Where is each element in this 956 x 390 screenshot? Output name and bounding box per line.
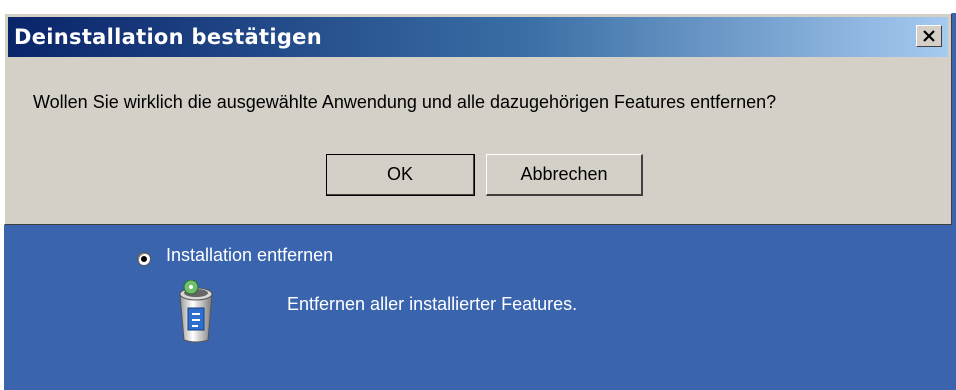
ok-button[interactable]: OK (326, 154, 475, 196)
remove-description: Entfernen aller installierter Features. (287, 294, 578, 314)
cancel-button[interactable]: Abbrechen (486, 154, 643, 196)
close-button[interactable] (916, 25, 942, 47)
top-edge (0, 0, 956, 13)
recycle-bin-icon (179, 280, 213, 343)
dialog-message: Wollen Sie wirklich die ausgewählte Anwe… (33, 92, 777, 112)
confirm-uninstall-dialog: Deinstallation bestätigen Wollen Sie wir… (4, 13, 952, 225)
remove-installation-radio[interactable] (137, 252, 151, 266)
remove-installation-label[interactable]: Installation entfernen (166, 245, 333, 266)
close-icon (923, 30, 935, 42)
dialog-titlebar[interactable]: Deinstallation bestätigen (8, 17, 948, 57)
dialog-title: Deinstallation bestätigen (14, 25, 322, 49)
